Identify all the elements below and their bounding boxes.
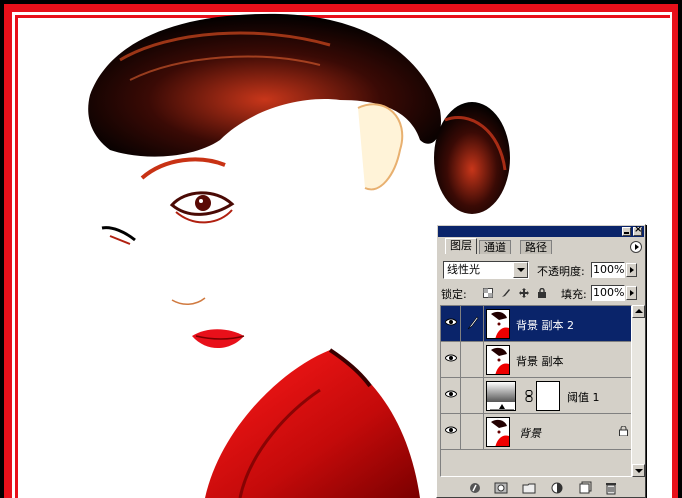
visibility-toggle[interactable]	[441, 342, 461, 377]
lock-transparency-icon[interactable]	[483, 288, 493, 298]
fill-slider-arrow-icon[interactable]	[626, 286, 637, 300]
layer-name: 背景	[519, 427, 541, 440]
palette-tabs: 图层 通道 路径	[438, 238, 644, 254]
tab-channels[interactable]: 通道	[479, 240, 511, 254]
layer-style-icon[interactable]	[468, 481, 482, 495]
minimize-icon[interactable]	[622, 227, 631, 236]
eye-icon	[445, 426, 457, 434]
new-layer-icon[interactable]	[578, 481, 592, 495]
eye-icon	[445, 390, 457, 398]
eye-icon	[445, 318, 457, 326]
lock-label: 锁定:	[441, 288, 467, 301]
chain-link-icon[interactable]	[525, 390, 533, 402]
adjustment-layer-icon[interactable]	[550, 481, 564, 495]
opacity-slider-arrow-icon[interactable]	[626, 263, 637, 277]
tab-paths[interactable]: 路径	[520, 240, 552, 254]
palette-bottom-bar	[438, 479, 644, 497]
brush-icon	[467, 316, 479, 330]
layer-name: 背景 副本 2	[516, 319, 574, 332]
link-cell[interactable]	[462, 378, 484, 413]
blend-row: 线性光 不透明度: 100%	[441, 261, 641, 279]
layer-list-scrollbar[interactable]	[632, 305, 645, 477]
blend-mode-value: 线性光	[447, 263, 480, 276]
lock-all-icon[interactable]	[537, 288, 547, 298]
mask-icon[interactable]	[494, 481, 508, 495]
layer-name: 背景 副本	[516, 355, 564, 368]
link-cell[interactable]	[462, 414, 484, 449]
trash-icon[interactable]	[604, 481, 618, 495]
layer-list: 背景 副本 2 背景 副本 阈值 1 背景	[440, 305, 632, 477]
visibility-toggle[interactable]	[441, 378, 461, 413]
layer-row-threshold-1[interactable]: 阈值 1	[441, 378, 631, 414]
scroll-down-icon[interactable]	[632, 464, 645, 477]
scroll-up-icon[interactable]	[632, 305, 645, 318]
palette-titlebar[interactable]	[438, 224, 644, 237]
fill-input[interactable]: 100%	[591, 285, 625, 301]
visibility-toggle[interactable]	[441, 306, 461, 341]
layer-row-background-copy[interactable]: 背景 副本	[441, 342, 631, 378]
opacity-label: 不透明度:	[537, 265, 585, 278]
blend-mode-select[interactable]: 线性光	[443, 261, 529, 279]
layer-row-background-copy-2[interactable]: 背景 副本 2	[441, 306, 631, 342]
new-set-icon[interactable]	[522, 481, 536, 495]
eye-icon	[445, 354, 457, 362]
brush-cell[interactable]	[462, 306, 484, 341]
link-cell[interactable]	[462, 342, 484, 377]
opacity-input[interactable]: 100%	[591, 262, 625, 278]
lock-brush-icon[interactable]	[501, 288, 511, 298]
chevron-down-icon[interactable]	[513, 262, 528, 278]
layer-name: 阈值 1	[567, 391, 600, 404]
layer-thumbnail	[486, 345, 510, 375]
layer-mask-thumbnail[interactable]	[536, 381, 560, 411]
tab-layers[interactable]: 图层	[445, 238, 477, 254]
lock-move-icon[interactable]	[519, 288, 529, 298]
fill-label: 填充:	[561, 288, 587, 301]
threshold-adjustment-icon	[486, 381, 516, 411]
layer-row-background[interactable]: 背景	[441, 414, 631, 450]
layers-palette: 图层 通道 路径 线性光 不透明度: 100% 锁定: 填充: 100%	[436, 224, 646, 498]
layer-thumbnail	[486, 417, 510, 447]
layer-thumbnail	[486, 309, 510, 339]
visibility-toggle[interactable]	[441, 414, 461, 449]
close-icon[interactable]	[633, 224, 642, 236]
lock-icon	[619, 426, 628, 436]
lock-row: 锁定: 填充: 100%	[441, 285, 641, 301]
palette-menu-icon[interactable]	[630, 241, 642, 253]
